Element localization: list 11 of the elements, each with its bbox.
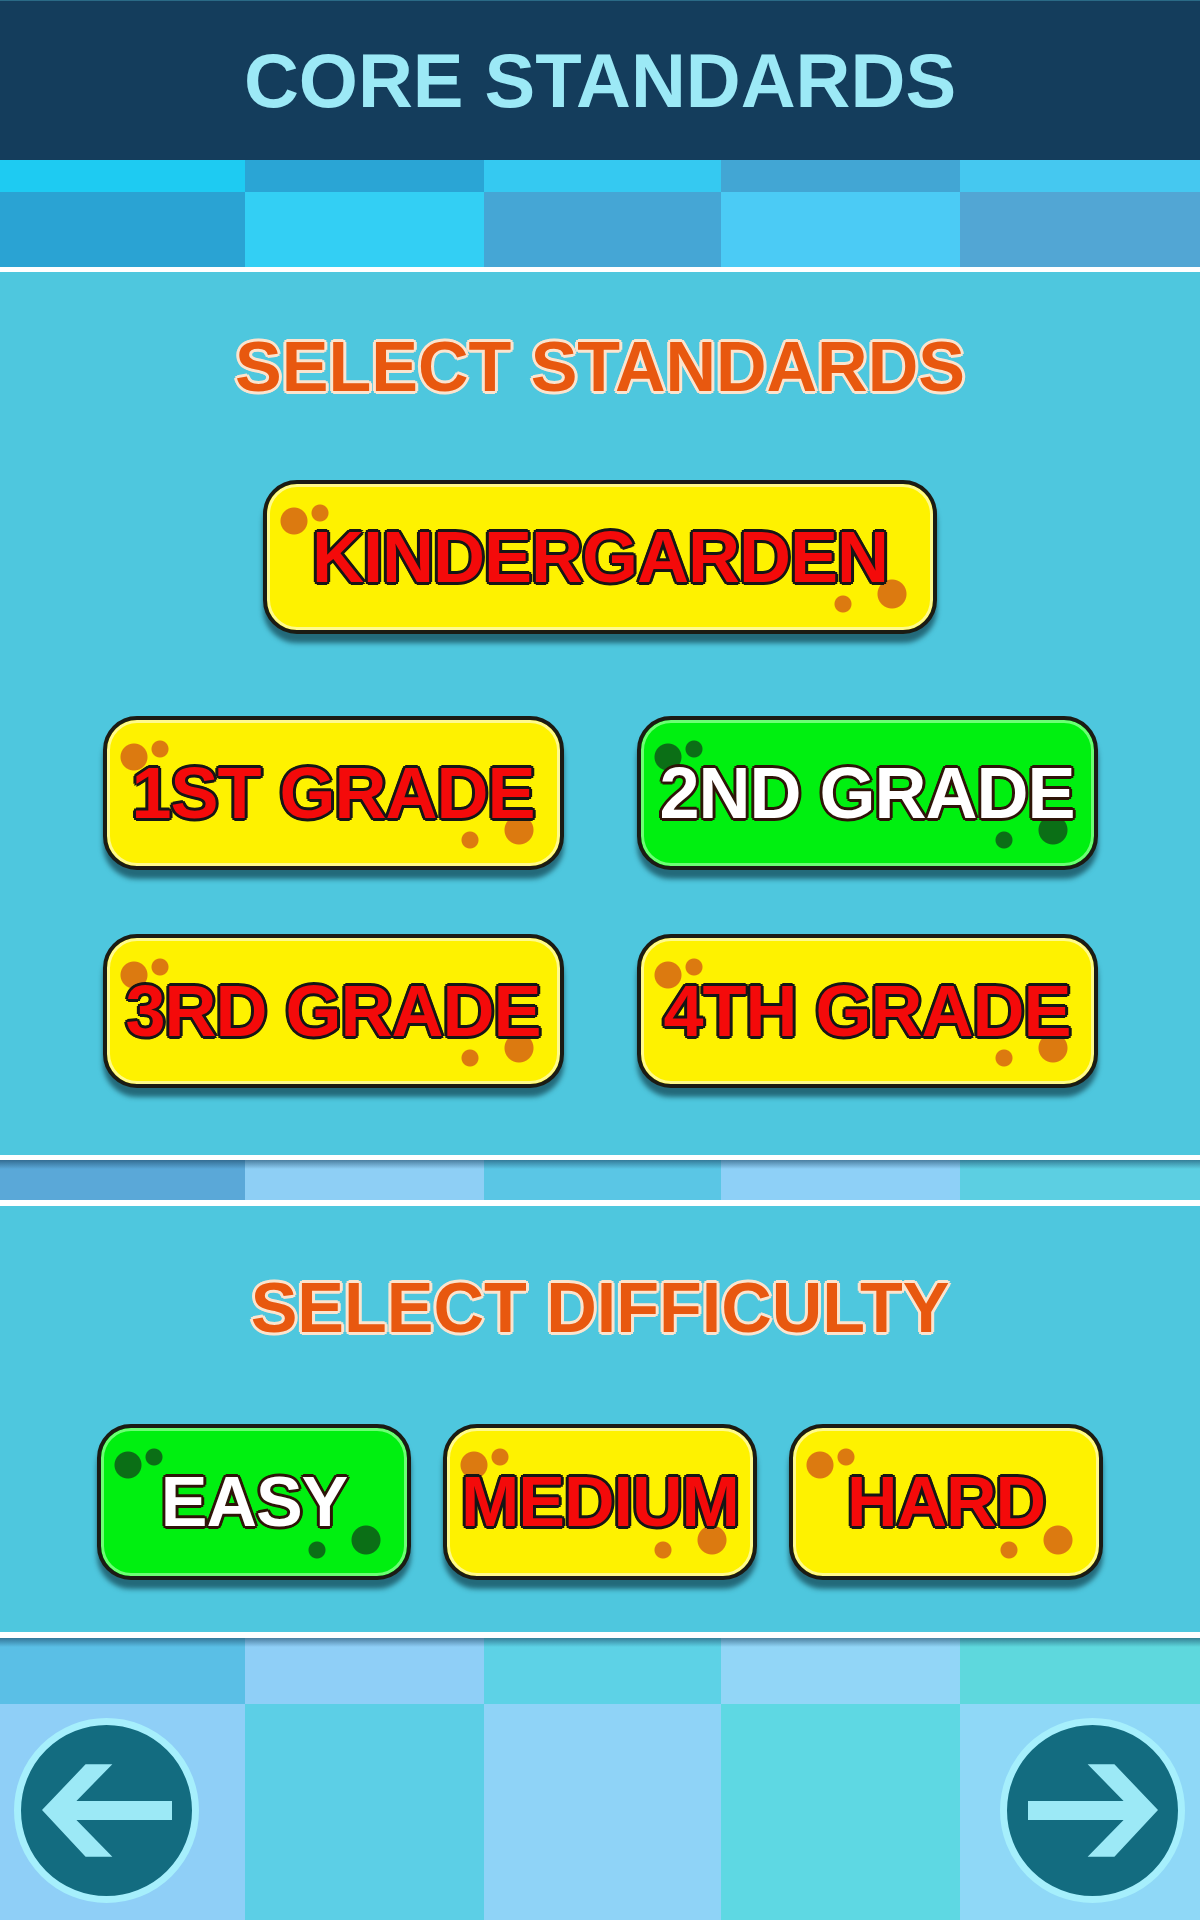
grade-button[interactable]: KINDERGARDEN <box>263 480 937 634</box>
right-arrow-icon <box>1027 1764 1158 1857</box>
screen-title: CORE STANDARDS <box>243 42 957 119</box>
grade-button[interactable]: 3RD GRADE <box>102 934 564 1088</box>
section-heading: SELECT DIFFICULTY <box>250 1273 950 1343</box>
grade-button[interactable]: 1ST GRADE <box>102 716 564 870</box>
left-arrow-icon <box>41 1764 172 1857</box>
difficulty-button[interactable]: MEDIUM <box>443 1424 757 1580</box>
grade-button[interactable]: 4TH GRADE <box>636 934 1098 1088</box>
difficulty-button[interactable]: HARD <box>789 1424 1103 1580</box>
section-heading: SELECT STANDARDS <box>235 332 965 402</box>
